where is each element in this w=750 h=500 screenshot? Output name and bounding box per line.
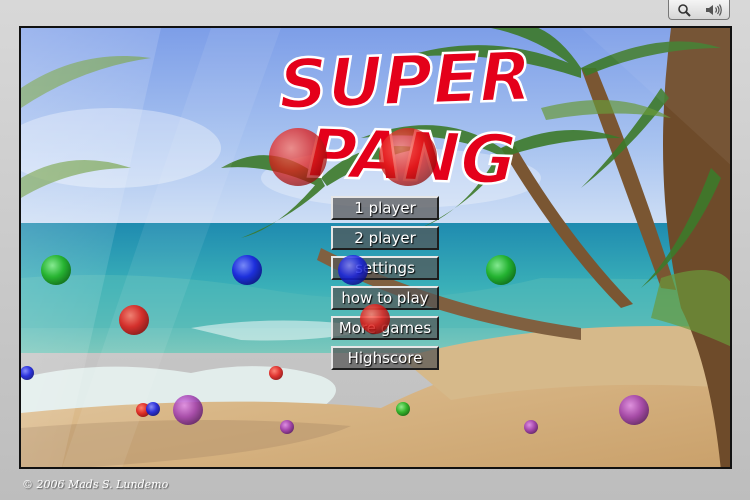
game-screen: SUPER PANG 1 player 2 player settings ho… bbox=[19, 26, 732, 469]
how-to-play-button[interactable]: how to play bbox=[331, 286, 439, 310]
highscore-button[interactable]: Highscore bbox=[331, 346, 439, 370]
title-line-1: SUPER bbox=[277, 42, 532, 125]
speaker-icon[interactable] bbox=[703, 2, 725, 18]
magnifier-icon[interactable] bbox=[673, 2, 695, 18]
one-player-button[interactable]: 1 player bbox=[331, 196, 439, 220]
title-line-2: PANG bbox=[306, 114, 518, 187]
copyright-text: © 2006 Mads S. Lundemo bbox=[22, 478, 169, 491]
two-player-button[interactable]: 2 player bbox=[331, 226, 439, 250]
toolbar bbox=[668, 0, 730, 20]
more-games-button[interactable]: More games bbox=[331, 316, 439, 340]
game-title: SUPER PANG bbox=[276, 42, 534, 187]
settings-button[interactable]: settings bbox=[331, 256, 439, 280]
